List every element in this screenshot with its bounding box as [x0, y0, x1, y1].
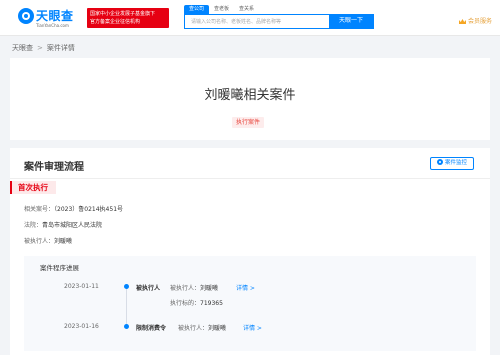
progress-panel: 案件程序进展 2023-01-11 被执行人 被执行人：刘暖曦 详情 > 执行标…	[24, 256, 476, 351]
badge-line-2: 官方备案企业征信机构	[90, 19, 141, 25]
page-title: 刘暖曦相关案件	[204, 88, 296, 103]
case-type-tag: 执行案件	[232, 117, 265, 128]
court-value: 青岛市城阳区人民法院	[42, 222, 103, 229]
credit-agency-badge: 国家中小企业发展子基金旗下 官方备案企业征信机构	[87, 8, 169, 28]
tab-boss[interactable]: 查老板	[209, 5, 234, 14]
breadcrumb-separator: >	[37, 44, 43, 52]
monitor-label: 案件监控	[444, 160, 467, 166]
crown-icon	[458, 19, 466, 24]
search-input[interactable]	[185, 15, 331, 28]
court-label: 法院：	[24, 222, 43, 229]
timeline-dot	[124, 324, 129, 329]
timeline-detail-link[interactable]: 详情 >	[236, 283, 255, 292]
search-tabs: 查公司 查老板 查关系	[184, 5, 259, 14]
top-header: 天眼查 TianYanCha.com 国家中小企业发展子基金旗下 官方备案企业征…	[0, 0, 500, 36]
breadcrumb: 天眼查 > 案件详情	[12, 43, 75, 53]
timeline-event: 被执行人	[136, 285, 161, 292]
progress-title: 案件程序进展	[40, 264, 79, 272]
court-row: 法院：青岛市城阳区人民法院	[24, 220, 102, 229]
breadcrumb-current: 案件详情	[46, 44, 75, 52]
timeline-detail-link[interactable]: 详情 >	[243, 323, 262, 332]
timeline-line	[126, 286, 127, 328]
eye-logo-icon	[18, 8, 34, 24]
timeline-detail-label: 被执行人：	[178, 325, 209, 332]
section-title: 案件审理流程	[24, 162, 84, 173]
timeline-date: 2023-01-11	[64, 283, 99, 290]
search-button[interactable]: 天眼一下	[329, 15, 373, 28]
badge-line-1: 国家中小企业发展子基金旗下	[90, 11, 156, 17]
monitor-icon	[436, 159, 443, 165]
timeline-date: 2023-01-16	[64, 323, 99, 330]
tab-relation[interactable]: 查关系	[234, 5, 259, 14]
timeline-detail: 被执行人：刘暖曦	[170, 283, 218, 292]
stage-tag: 首次执行	[10, 181, 56, 194]
site-logo[interactable]: 天眼查 TianYanCha.com	[18, 7, 80, 31]
breadcrumb-home[interactable]: 天眼查	[12, 44, 33, 52]
case-process-card: 案件审理流程 案件监控 首次执行 相关案号：（2023）鲁0214执451号 法…	[10, 148, 490, 355]
case-number-row: 相关案号：（2023）鲁0214执451号	[24, 204, 123, 213]
logo-text: 天眼查	[36, 9, 74, 23]
timeline-detail-value: 刘暖曦	[200, 285, 219, 292]
case-number-value: （2023）鲁0214执451号	[54, 206, 124, 213]
tab-company[interactable]: 查公司	[184, 5, 210, 14]
timeline-dot	[124, 284, 129, 289]
timeline-extra-value: 719365	[200, 300, 223, 307]
case-monitor-button[interactable]: 案件监控	[429, 157, 474, 170]
timeline-detail-value: 刘暖曦	[208, 325, 227, 332]
vip-service[interactable]: 会员服务	[458, 16, 492, 25]
vip-label: 会员服务	[467, 18, 492, 25]
timeline-extra: 执行标的：719365	[170, 298, 223, 307]
case-title-card: 刘暖曦相关案件 执行案件	[10, 58, 490, 140]
executed-person-row: 被执行人：刘暖曦	[24, 236, 72, 245]
executed-person-label: 被执行人：	[24, 238, 55, 245]
search-box: 天眼一下	[184, 14, 374, 29]
timeline-event: 限制消费令	[136, 325, 167, 332]
timeline-extra-label: 执行标的：	[170, 300, 201, 307]
logo-domain: TianYanCha.com	[36, 23, 69, 28]
divider	[10, 178, 490, 179]
timeline-detail: 被执行人：刘暖曦	[178, 323, 226, 332]
executed-person-value: 刘暖曦	[54, 238, 73, 245]
timeline-detail-label: 被执行人：	[170, 285, 201, 292]
case-number-label: 相关案号：	[24, 206, 55, 213]
